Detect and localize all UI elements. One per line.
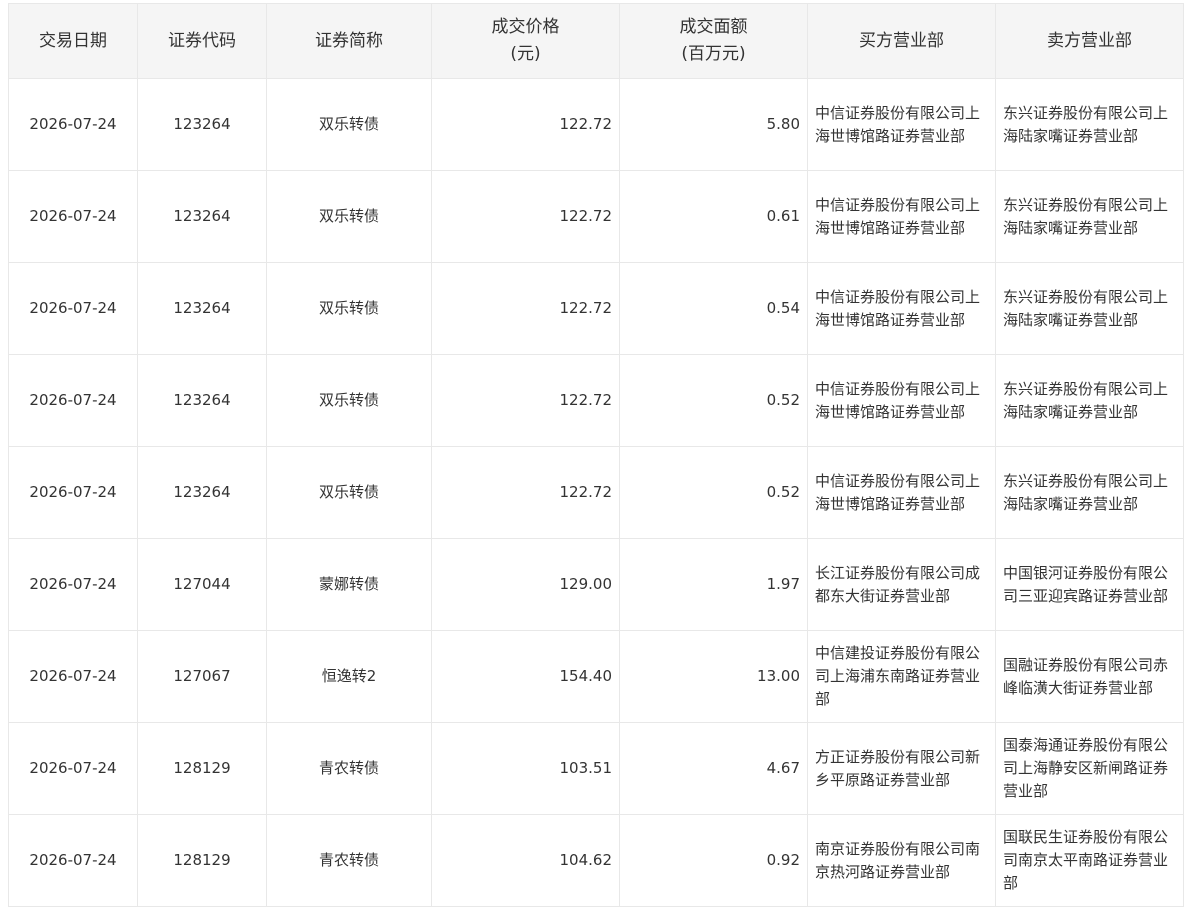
cell-security-code: 123264 bbox=[137, 262, 267, 355]
cell-trade-amount: 13.00 bbox=[619, 630, 808, 723]
table-row: 2026-07-24 123264 双乐转债 122.72 0.54 中信证券股… bbox=[8, 262, 1184, 355]
cell-trade-price: 129.00 bbox=[431, 538, 620, 631]
cell-security-name: 双乐转债 bbox=[266, 78, 432, 171]
cell-trade-date: 2026-07-24 bbox=[8, 630, 138, 723]
cell-trade-amount: 0.52 bbox=[619, 354, 808, 447]
header-unit: (元) bbox=[510, 44, 541, 64]
cell-security-code: 128129 bbox=[137, 814, 267, 907]
table-row: 2026-07-24 128129 青农转债 104.62 0.92 南京证券股… bbox=[8, 814, 1184, 907]
header-label: 卖方营业部 bbox=[1047, 30, 1132, 51]
cell-trade-amount: 5.80 bbox=[619, 78, 808, 171]
header-label: 证券代码 bbox=[168, 30, 236, 51]
cell-security-name: 双乐转债 bbox=[266, 446, 432, 539]
cell-trade-date: 2026-07-24 bbox=[8, 446, 138, 539]
table-row: 2026-07-24 127044 蒙娜转债 129.00 1.97 长江证券股… bbox=[8, 538, 1184, 631]
header-security-code: 证券代码 bbox=[137, 3, 267, 79]
header-seller-branch: 卖方营业部 bbox=[995, 3, 1184, 79]
cell-security-name: 双乐转债 bbox=[266, 262, 432, 355]
cell-seller-branch: 东兴证券股份有限公司上海陆家嘴证券营业部 bbox=[995, 262, 1184, 355]
cell-seller-branch: 东兴证券股份有限公司上海陆家嘴证券营业部 bbox=[995, 78, 1184, 171]
cell-trade-date: 2026-07-24 bbox=[8, 814, 138, 907]
table-row: 2026-07-24 123264 双乐转债 122.72 0.52 中信证券股… bbox=[8, 354, 1184, 447]
cell-buyer-branch: 中信证券股份有限公司上海世博馆路证券营业部 bbox=[807, 78, 996, 171]
table-body: 2026-07-24 123264 双乐转债 122.72 5.80 中信证券股… bbox=[8, 78, 1184, 907]
cell-trade-price: 103.51 bbox=[431, 722, 620, 815]
cell-trade-price: 122.72 bbox=[431, 170, 620, 263]
cell-security-name: 青农转债 bbox=[266, 814, 432, 907]
cell-buyer-branch: 中信建投证券股份有限公司上海浦东南路证券营业部 bbox=[807, 630, 996, 723]
cell-buyer-branch: 方正证券股份有限公司新乡平原路证券营业部 bbox=[807, 722, 996, 815]
cell-security-name: 蒙娜转债 bbox=[266, 538, 432, 631]
cell-buyer-branch: 中信证券股份有限公司上海世博馆路证券营业部 bbox=[807, 354, 996, 447]
cell-trade-amount: 1.97 bbox=[619, 538, 808, 631]
cell-trade-price: 104.62 bbox=[431, 814, 620, 907]
cell-buyer-branch: 中信证券股份有限公司上海世博馆路证券营业部 bbox=[807, 446, 996, 539]
table-row: 2026-07-24 123264 双乐转债 122.72 0.61 中信证券股… bbox=[8, 170, 1184, 263]
cell-trade-date: 2026-07-24 bbox=[8, 262, 138, 355]
header-label: 成交价格 bbox=[491, 17, 560, 37]
cell-trade-amount: 0.52 bbox=[619, 446, 808, 539]
header-label: 交易日期 bbox=[39, 30, 107, 51]
cell-seller-branch: 国联民生证券股份有限公司南京太平南路证券营业部 bbox=[995, 814, 1184, 907]
cell-security-code: 128129 bbox=[137, 722, 267, 815]
cell-security-name: 青农转债 bbox=[266, 722, 432, 815]
header-unit: (百万元) bbox=[681, 44, 746, 64]
cell-security-name: 双乐转债 bbox=[266, 354, 432, 447]
cell-security-code: 123264 bbox=[137, 170, 267, 263]
cell-security-code: 127044 bbox=[137, 538, 267, 631]
header-trade-date: 交易日期 bbox=[8, 3, 138, 79]
cell-seller-branch: 东兴证券股份有限公司上海陆家嘴证券营业部 bbox=[995, 170, 1184, 263]
cell-security-code: 123264 bbox=[137, 78, 267, 171]
header-security-name: 证券简称 bbox=[266, 3, 432, 79]
header-label: 证券简称 bbox=[315, 30, 383, 51]
cell-seller-branch: 东兴证券股份有限公司上海陆家嘴证券营业部 bbox=[995, 354, 1184, 447]
cell-buyer-branch: 南京证券股份有限公司南京热河路证券营业部 bbox=[807, 814, 996, 907]
cell-trade-price: 154.40 bbox=[431, 630, 620, 723]
cell-trade-date: 2026-07-24 bbox=[8, 170, 138, 263]
cell-seller-branch: 国泰海通证券股份有限公司上海静安区新闸路证券营业部 bbox=[995, 722, 1184, 815]
cell-trade-amount: 0.92 bbox=[619, 814, 808, 907]
table-row: 2026-07-24 128129 青农转债 103.51 4.67 方正证券股… bbox=[8, 722, 1184, 815]
cell-trade-price: 122.72 bbox=[431, 354, 620, 447]
header-trade-amount: 成交面额 (百万元) bbox=[619, 3, 808, 79]
cell-seller-branch: 东兴证券股份有限公司上海陆家嘴证券营业部 bbox=[995, 446, 1184, 539]
cell-seller-branch: 国融证券股份有限公司赤峰临潢大街证券营业部 bbox=[995, 630, 1184, 723]
cell-trade-amount: 0.61 bbox=[619, 170, 808, 263]
block-trade-table-container: 交易日期 证券代码 证券简称 成交价格 (元) 成交面额 (百万元) 买方营业部… bbox=[8, 3, 1184, 907]
cell-security-name: 恒逸转2 bbox=[266, 630, 432, 723]
header-trade-price: 成交价格 (元) bbox=[431, 3, 620, 79]
cell-seller-branch: 中国银河证券股份有限公司三亚迎宾路证券营业部 bbox=[995, 538, 1184, 631]
cell-buyer-branch: 长江证券股份有限公司成都东大街证券营业部 bbox=[807, 538, 996, 631]
cell-trade-date: 2026-07-24 bbox=[8, 78, 138, 171]
cell-buyer-branch: 中信证券股份有限公司上海世博馆路证券营业部 bbox=[807, 262, 996, 355]
table-row: 2026-07-24 123264 双乐转债 122.72 5.80 中信证券股… bbox=[8, 78, 1184, 171]
cell-trade-amount: 4.67 bbox=[619, 722, 808, 815]
cell-trade-amount: 0.54 bbox=[619, 262, 808, 355]
cell-trade-price: 122.72 bbox=[431, 446, 620, 539]
cell-trade-price: 122.72 bbox=[431, 78, 620, 171]
header-buyer-branch: 买方营业部 bbox=[807, 3, 996, 79]
cell-trade-date: 2026-07-24 bbox=[8, 354, 138, 447]
cell-trade-date: 2026-07-24 bbox=[8, 538, 138, 631]
cell-security-code: 123264 bbox=[137, 354, 267, 447]
cell-security-name: 双乐转债 bbox=[266, 170, 432, 263]
block-trade-table: 交易日期 证券代码 证券简称 成交价格 (元) 成交面额 (百万元) 买方营业部… bbox=[8, 3, 1184, 907]
cell-security-code: 123264 bbox=[137, 446, 267, 539]
cell-buyer-branch: 中信证券股份有限公司上海世博馆路证券营业部 bbox=[807, 170, 996, 263]
cell-trade-price: 122.72 bbox=[431, 262, 620, 355]
table-row: 2026-07-24 127067 恒逸转2 154.40 13.00 中信建投… bbox=[8, 630, 1184, 723]
table-header: 交易日期 证券代码 证券简称 成交价格 (元) 成交面额 (百万元) 买方营业部… bbox=[8, 3, 1184, 79]
cell-security-code: 127067 bbox=[137, 630, 267, 723]
header-label: 买方营业部 bbox=[859, 30, 944, 51]
header-row: 交易日期 证券代码 证券简称 成交价格 (元) 成交面额 (百万元) 买方营业部… bbox=[8, 3, 1184, 79]
table-row: 2026-07-24 123264 双乐转债 122.72 0.52 中信证券股… bbox=[8, 446, 1184, 539]
header-label: 成交面额 bbox=[679, 17, 748, 37]
cell-trade-date: 2026-07-24 bbox=[8, 722, 138, 815]
